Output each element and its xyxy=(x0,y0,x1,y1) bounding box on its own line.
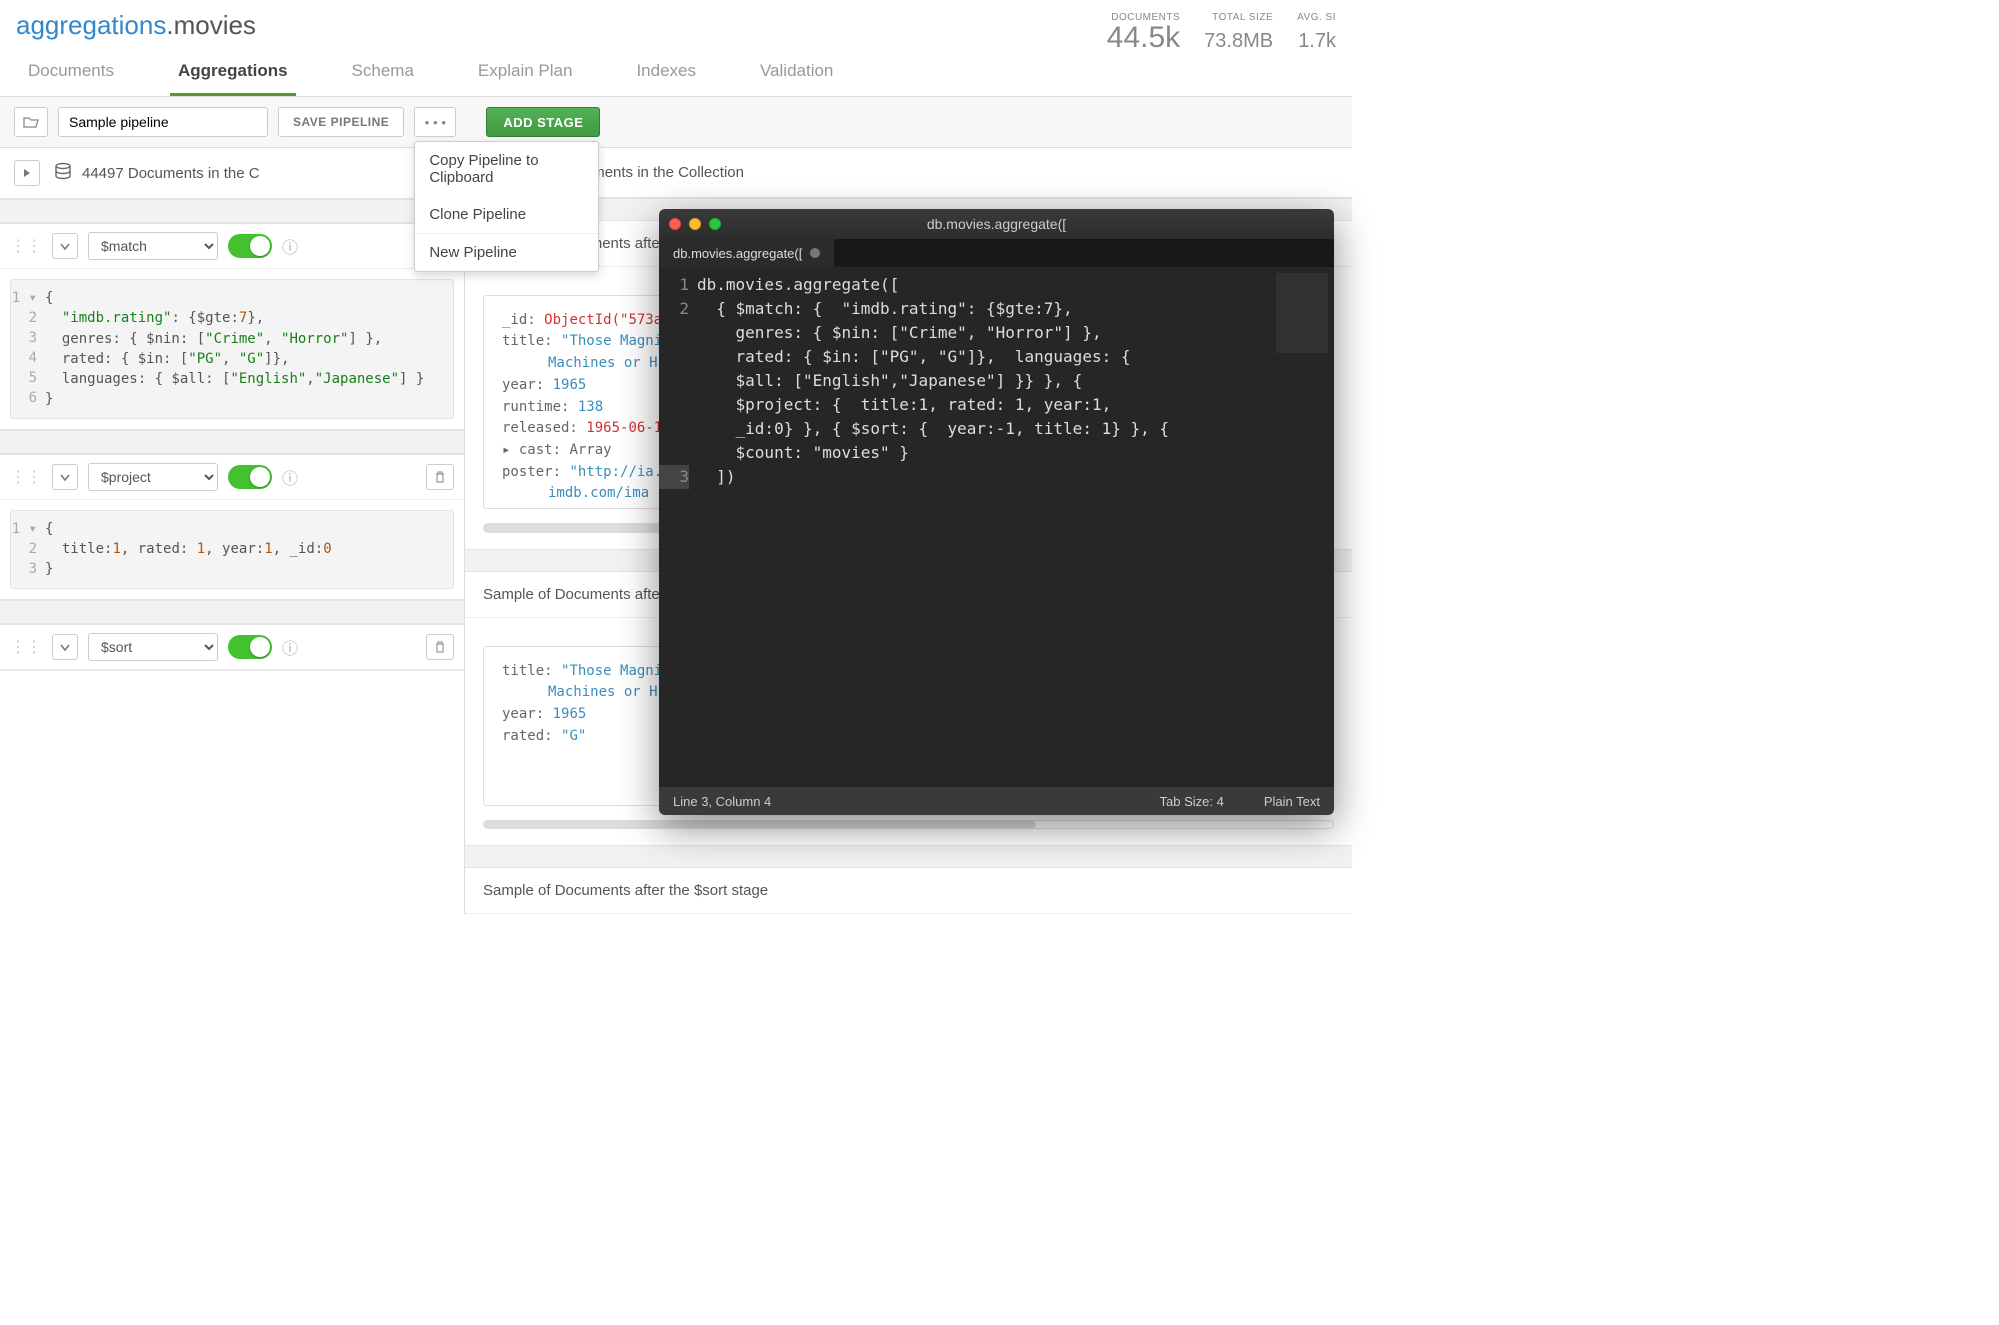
save-pipeline-button[interactable]: SAVE PIPELINE xyxy=(278,107,404,137)
tab-validation[interactable]: Validation xyxy=(752,53,841,96)
more-options-dropdown: Copy Pipeline to Clipboard Clone Pipelin… xyxy=(414,141,599,272)
stage-code-editor[interactable]: 1 ▾23 { title:1, rated: 1, year:1, _id:0… xyxy=(10,510,454,589)
minimap[interactable] xyxy=(1276,273,1328,353)
dropdown-copy-pipeline[interactable]: Copy Pipeline to Clipboard xyxy=(415,142,598,196)
info-icon[interactable]: ⓘ xyxy=(282,465,298,489)
editor-body[interactable]: 123 db.movies.aggregate([ { $match: { "i… xyxy=(659,267,1334,787)
collection-tabs: Documents Aggregations Schema Explain Pl… xyxy=(16,53,841,96)
delete-stage-button[interactable] xyxy=(426,464,454,490)
stage-block-2: ⋮⋮ $project ⓘ 1 ▾23 { title:1, rated: 1,… xyxy=(0,454,464,600)
tab-explain-plan[interactable]: Explain Plan xyxy=(470,53,581,96)
tab-size-indicator[interactable]: Tab Size: 4 xyxy=(1160,794,1224,809)
stage-output-header-3: Sample of Documents after the $sort stag… xyxy=(465,868,1352,914)
stage-block-1: ⋮⋮ $match ⓘ 1 ▾23456 { "imdb.rating": {$… xyxy=(0,223,464,430)
add-stage-button[interactable]: ADD STAGE xyxy=(486,107,600,137)
dropdown-new-pipeline[interactable]: New Pipeline xyxy=(415,234,598,271)
stat-total-size-value: 73.8MB xyxy=(1204,23,1273,51)
open-folder-button[interactable] xyxy=(14,107,48,137)
delete-stage-button[interactable] xyxy=(426,634,454,660)
window-title: db.movies.aggregate([ xyxy=(659,216,1334,232)
window-titlebar[interactable]: db.movies.aggregate([ xyxy=(659,209,1334,239)
stage-operator-select[interactable]: $sort xyxy=(88,633,218,661)
stat-total-size-label: TOTAL SIZE xyxy=(1204,12,1273,23)
input-documents-count: 44497 Documents in the C xyxy=(82,165,260,182)
tab-schema[interactable]: Schema xyxy=(344,53,422,96)
stat-documents-value: 44.5k xyxy=(1107,23,1180,53)
stat-avg-size-label: AVG. SI xyxy=(1297,12,1336,23)
input-documents-header: 44497 Documents in the C xyxy=(0,148,464,199)
editor-status-bar: Line 3, Column 4 Tab Size: 4 Plain Text xyxy=(659,787,1334,815)
text-editor-window[interactable]: db.movies.aggregate([ db.movies.aggregat… xyxy=(659,209,1334,815)
expand-input-button[interactable] xyxy=(14,160,40,186)
editor-tab[interactable]: db.movies.aggregate([ xyxy=(659,239,835,267)
horizontal-scrollbar[interactable] xyxy=(483,820,1334,830)
pipeline-toolbar: SAVE PIPELINE • • • Copy Pipeline to Cli… xyxy=(0,97,1352,148)
breadcrumb-db[interactable]: aggregations xyxy=(16,10,166,40)
unsaved-indicator-icon xyxy=(810,248,820,258)
stage-operator-select[interactable]: $match xyxy=(88,232,218,260)
stage-collapse-button[interactable] xyxy=(52,634,78,660)
breadcrumb: aggregations.movies xyxy=(16,10,841,41)
stage-operator-select[interactable]: $project xyxy=(88,463,218,491)
stage-toggle[interactable] xyxy=(228,234,272,258)
stage-toggle[interactable] xyxy=(228,465,272,489)
cursor-position[interactable]: Line 3, Column 4 xyxy=(673,794,771,809)
stage-code-editor[interactable]: 1 ▾23456 { "imdb.rating": {$gte:7}, genr… xyxy=(10,279,454,419)
dropdown-clone-pipeline[interactable]: Clone Pipeline xyxy=(415,196,598,233)
drag-handle-icon[interactable]: ⋮⋮ xyxy=(10,467,42,487)
info-icon[interactable]: ⓘ xyxy=(282,234,298,258)
stage-collapse-button[interactable] xyxy=(52,233,78,259)
tab-aggregations[interactable]: Aggregations xyxy=(170,53,296,96)
drag-handle-icon[interactable]: ⋮⋮ xyxy=(10,637,42,657)
database-icon xyxy=(54,162,72,184)
tab-indexes[interactable]: Indexes xyxy=(628,53,704,96)
tab-documents[interactable]: Documents xyxy=(20,53,122,96)
pipeline-name-input[interactable] xyxy=(58,107,268,137)
info-icon[interactable]: ⓘ xyxy=(282,635,298,659)
collection-stats: DOCUMENTS 44.5k TOTAL SIZE 73.8MB AVG. S… xyxy=(1107,10,1336,53)
drag-handle-icon[interactable]: ⋮⋮ xyxy=(10,236,42,256)
stage-collapse-button[interactable] xyxy=(52,464,78,490)
breadcrumb-collection: movies xyxy=(174,10,256,40)
stage-toggle[interactable] xyxy=(228,635,272,659)
syntax-mode-indicator[interactable]: Plain Text xyxy=(1264,794,1320,809)
more-options-button[interactable]: • • • xyxy=(414,107,456,137)
stat-avg-size-value: 1.7k xyxy=(1297,23,1336,51)
stage-block-3: ⋮⋮ $sort ⓘ xyxy=(0,624,464,671)
